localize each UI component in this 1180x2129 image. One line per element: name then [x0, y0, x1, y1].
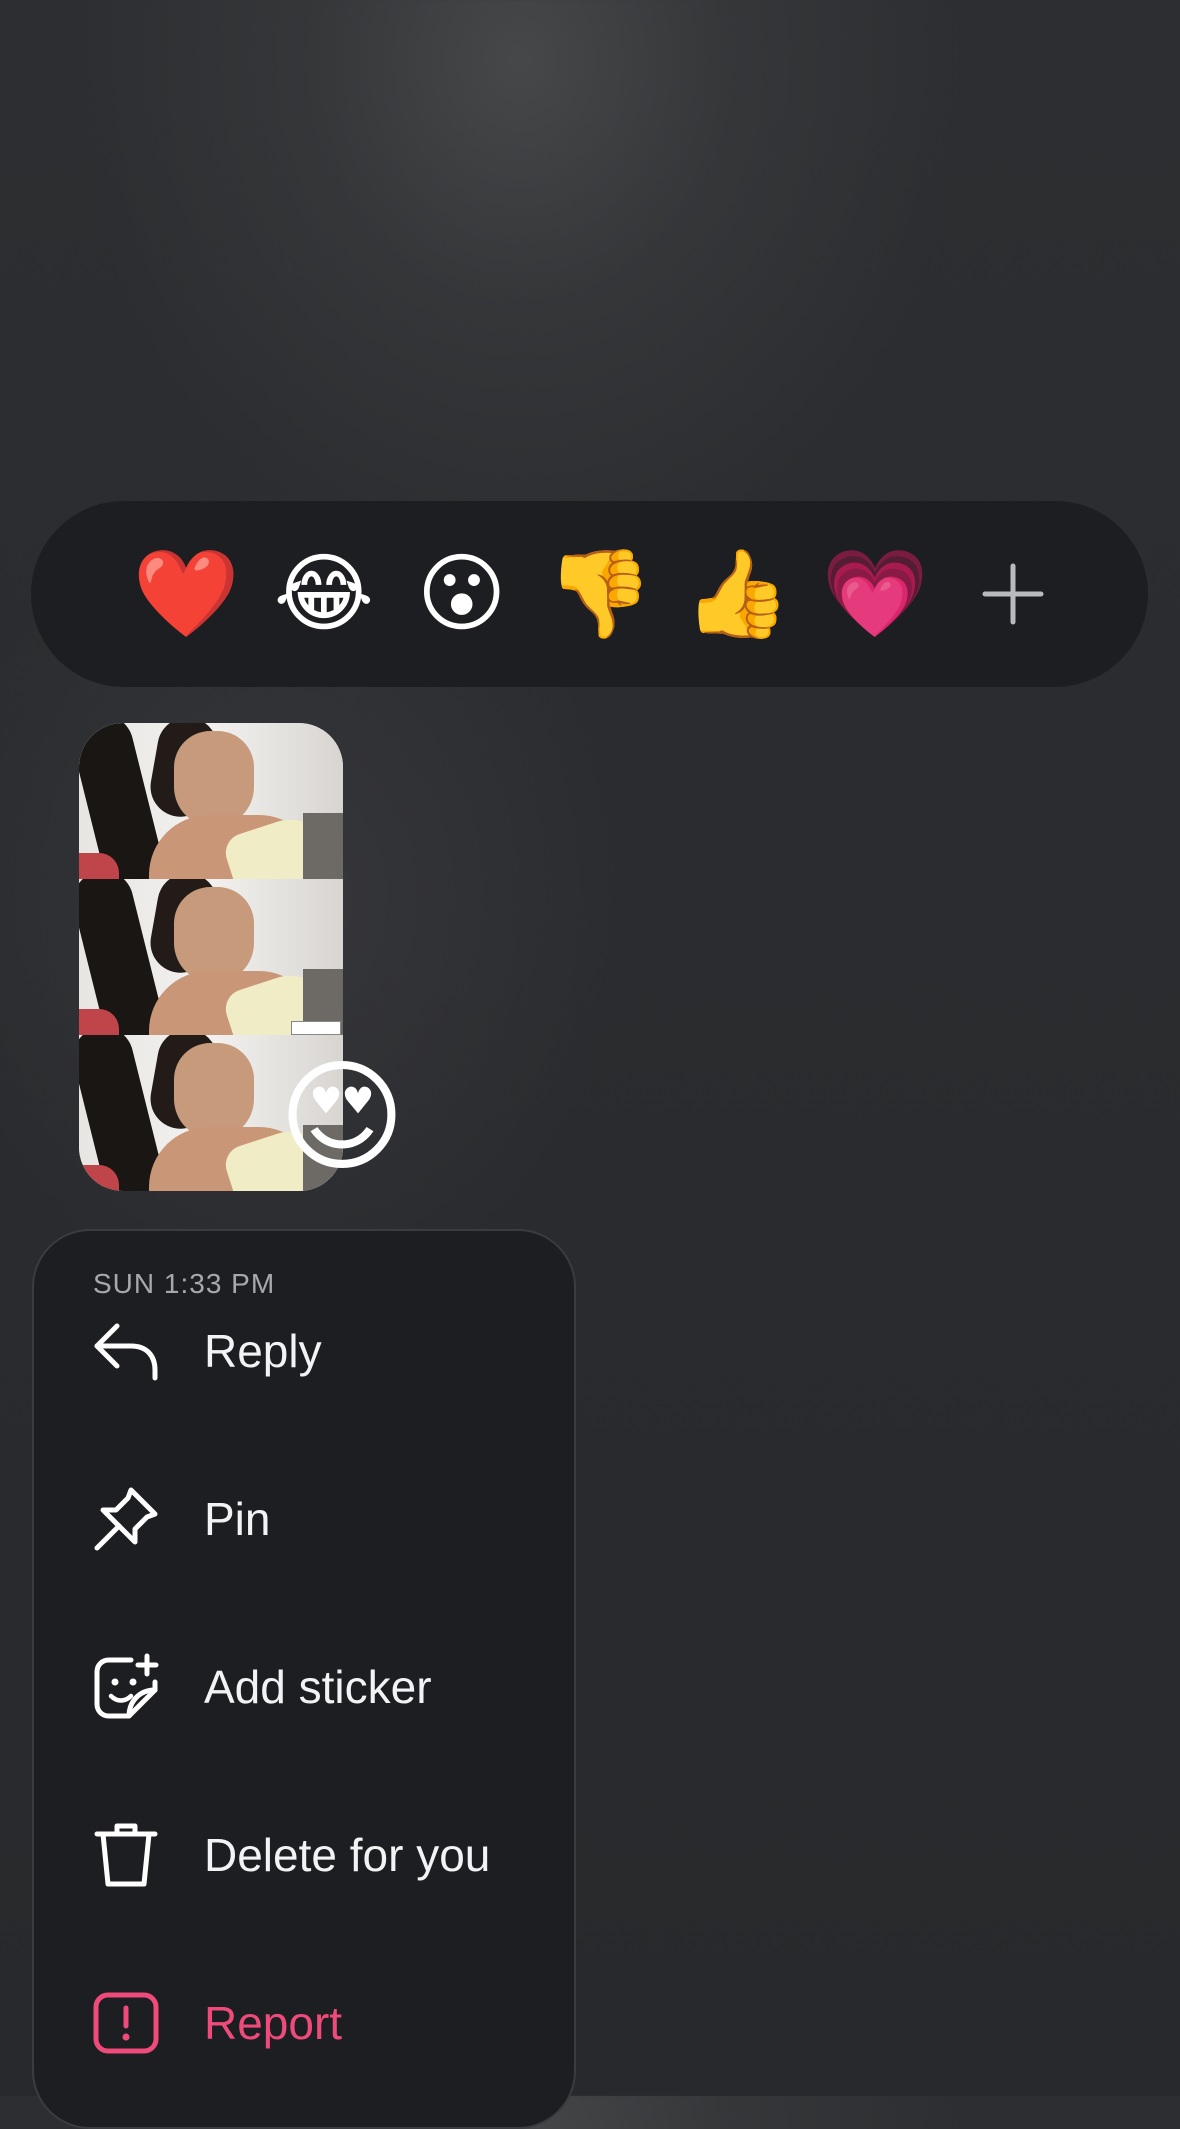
- message-context-menu: SUN 1:33 PM Reply Pin Add sticker Delete…: [32, 1229, 576, 2129]
- reaction-growing-heart[interactable]: 💗: [820, 539, 930, 649]
- report-icon: [91, 1988, 161, 2058]
- watermark: [291, 1021, 341, 1035]
- plus-icon: [982, 563, 1044, 625]
- menu-item-label: Delete for you: [204, 1829, 491, 1881]
- more-reactions-button[interactable]: [958, 539, 1068, 649]
- menu-item-add-sticker[interactable]: Add sticker: [91, 1637, 561, 1737]
- menu-item-label: Pin: [204, 1493, 271, 1545]
- menu-item-delete-for-you[interactable]: Delete for you: [91, 1805, 561, 1905]
- reaction-tears-of-joy[interactable]: 😂: [269, 539, 379, 649]
- menu-item-pin[interactable]: Pin: [91, 1469, 561, 1569]
- reaction-surprised[interactable]: 😮: [407, 539, 517, 649]
- menu-item-label: Report: [204, 1997, 343, 2049]
- reaction-red-heart[interactable]: ❤️: [131, 539, 241, 649]
- message-reaction-badge[interactable]: 😍: [270, 1045, 414, 1189]
- menu-item-reply[interactable]: Reply: [91, 1301, 561, 1401]
- pin-icon: [91, 1484, 161, 1554]
- sticker-add-icon: [91, 1652, 161, 1722]
- menu-item-report[interactable]: Report: [91, 1973, 561, 2073]
- trash-icon: [91, 1820, 161, 1890]
- photo-frame: [79, 879, 343, 1035]
- reaction-thumbs-up[interactable]: 👍: [682, 539, 792, 649]
- reaction-bar: ❤️ 😂 😮 👎 👍 💗: [31, 501, 1148, 687]
- photo-frame: [79, 723, 343, 879]
- reaction-thumbs-down[interactable]: 👎: [544, 539, 654, 649]
- reply-arrow-icon: [91, 1316, 161, 1386]
- menu-item-label: Add sticker: [204, 1661, 432, 1713]
- message-timestamp: SUN 1:33 PM: [93, 1268, 276, 1299]
- menu-item-label: Reply: [204, 1325, 322, 1377]
